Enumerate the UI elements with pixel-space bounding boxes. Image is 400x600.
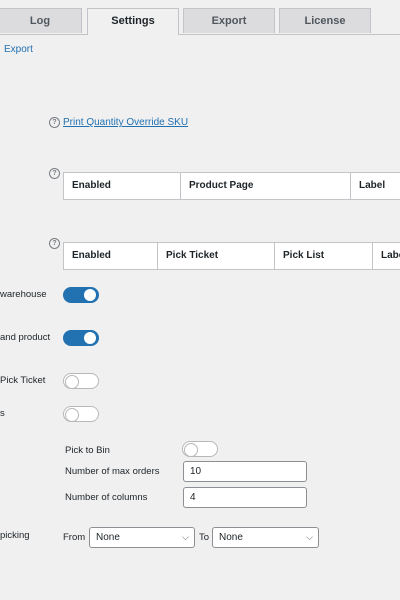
- table-header-pick-ticket: Pick Ticket: [158, 243, 275, 269]
- print-quantity-override-link[interactable]: Print Quantity Override SKU: [63, 117, 188, 128]
- setting-label-warehouse: warehouse: [0, 289, 47, 300]
- tab-bar: Log Settings Export License: [0, 0, 400, 35]
- chevron-down-icon: ⌵: [306, 532, 313, 542]
- to-label: To: [199, 532, 210, 543]
- to-select-value: None: [219, 532, 243, 543]
- question-circle-icon: ?: [49, 238, 60, 249]
- warehouse-toggle[interactable]: [63, 287, 99, 303]
- tab-export[interactable]: Export: [183, 8, 275, 33]
- setting-label-pick-ticket: Pick Ticket: [0, 375, 46, 386]
- max-orders-input[interactable]: 10: [183, 461, 307, 482]
- setting-label-s: s: [0, 408, 5, 419]
- from-select[interactable]: None ⌵: [89, 527, 195, 548]
- setting-s-toggle[interactable]: [63, 406, 99, 422]
- pick-to-bin-toggle[interactable]: [182, 441, 218, 457]
- from-select-value: None: [96, 532, 120, 543]
- columns-label: Number of columns: [65, 492, 148, 503]
- pick-ticket-toggle[interactable]: [63, 373, 99, 389]
- question-circle-icon: ?: [49, 168, 60, 179]
- export-link[interactable]: Export: [4, 44, 33, 55]
- max-orders-label: Number of max orders: [65, 466, 160, 477]
- table-header-enabled: Enabled: [64, 173, 181, 199]
- table-header-enabled: Enabled: [64, 243, 158, 269]
- table-header-product-page: Product Page: [181, 173, 351, 199]
- table-header-pick-list: Pick List: [275, 243, 373, 269]
- picking-label: picking: [0, 530, 30, 541]
- chevron-down-icon: ⌵: [182, 532, 189, 542]
- table-header-label: Label: [359, 180, 386, 191]
- tab-settings[interactable]: Settings: [87, 8, 179, 35]
- pick-documents-table: Enabled Pick Ticket Pick List Label: [63, 242, 400, 270]
- product-toggle[interactable]: [63, 330, 99, 346]
- from-label: From: [63, 532, 86, 543]
- to-select[interactable]: None ⌵: [212, 527, 319, 548]
- pick-to-bin-label: Pick to Bin: [65, 445, 110, 456]
- tab-license[interactable]: License: [279, 8, 371, 33]
- tab-log[interactable]: Log: [0, 8, 82, 33]
- setting-label-product: and product: [0, 332, 51, 343]
- columns-input[interactable]: 4: [183, 487, 307, 508]
- table-header-label: Label: [381, 250, 400, 261]
- question-circle-icon: ?: [49, 117, 60, 128]
- product-page-table: Enabled Product Page Label: [63, 172, 400, 200]
